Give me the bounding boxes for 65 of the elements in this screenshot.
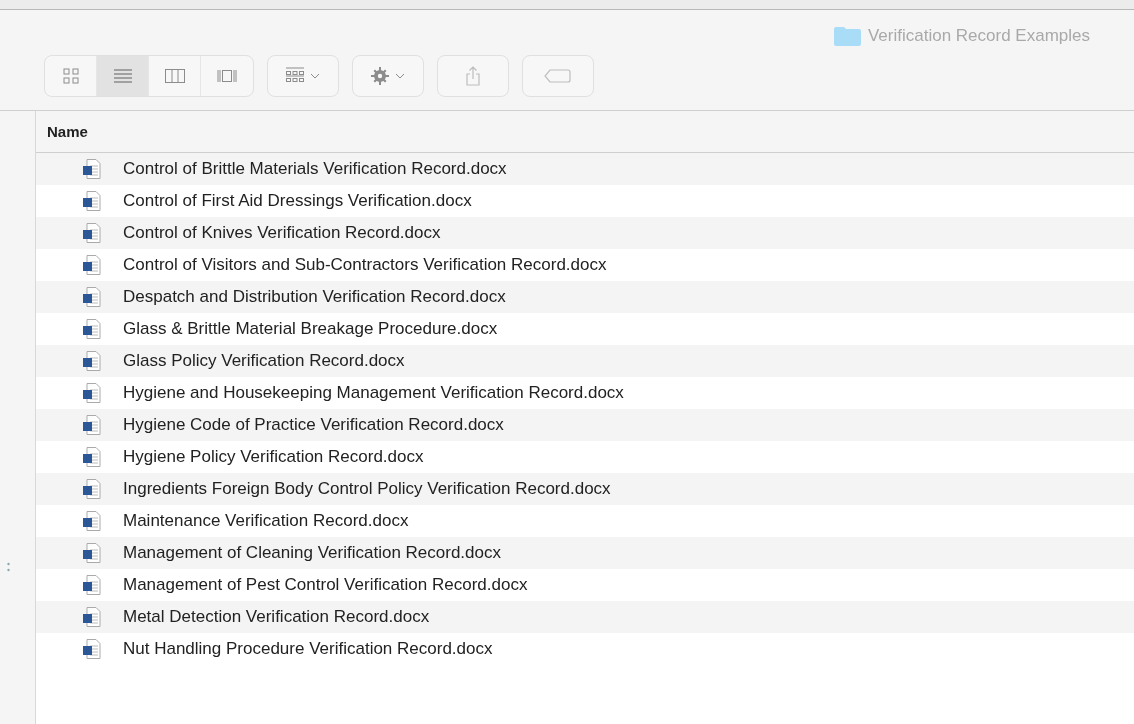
file-name: Control of Visitors and Sub-Contractors Verification Record.docx: [123, 255, 607, 275]
file-name: Nut Handling Procedure Verification Record.docx: [123, 639, 493, 659]
tag-icon: [544, 66, 572, 86]
arrange-button[interactable]: [267, 55, 339, 97]
word-document-icon: [83, 191, 101, 211]
file-row[interactable]: Ingredients Foreign Body Control Policy Verification Record.docx: [36, 473, 1134, 505]
file-name: Control of Brittle Materials Verification Record.docx: [123, 159, 507, 179]
file-row[interactable]: Glass & Brittle Material Breakage Procedure.docx: [36, 313, 1134, 345]
file-row[interactable]: Despatch and Distribution Verification Record.docx: [36, 281, 1134, 313]
word-document-icon: [83, 351, 101, 371]
file-name: Hygiene Code of Practice Verification Record.docx: [123, 415, 504, 435]
file-row[interactable]: Maintenance Verification Record.docx: [36, 505, 1134, 537]
word-document-icon: [83, 607, 101, 627]
file-name: Hygiene and Housekeeping Management Verification Record.docx: [123, 383, 624, 403]
file-name: Ingredients Foreign Body Control Policy Verification Record.docx: [123, 479, 611, 499]
file-row[interactable]: Metal Detection Verification Record.docx: [36, 601, 1134, 633]
word-document-icon: [83, 447, 101, 467]
file-row[interactable]: Hygiene and Housekeeping Management Verification Record.docx: [36, 377, 1134, 409]
share-icon: [463, 66, 483, 86]
word-document-icon: [83, 511, 101, 531]
file-row[interactable]: Control of Visitors and Sub-Contractors Verification Record.docx: [36, 249, 1134, 281]
tags-button[interactable]: [522, 55, 594, 97]
word-document-icon: [83, 159, 101, 179]
word-document-icon: [83, 287, 101, 307]
column-header[interactable]: Name: [36, 111, 1134, 153]
action-button[interactable]: [352, 55, 424, 97]
column-title: Name: [47, 123, 88, 140]
file-name: Maintenance Verification Record.docx: [123, 511, 409, 531]
word-document-icon: [83, 383, 101, 403]
file-name: Control of Knives Verification Record.docx: [123, 223, 441, 243]
word-document-icon: [83, 543, 101, 563]
column-view-icon: [164, 66, 185, 86]
view-button[interactable]: [97, 56, 149, 96]
view-mode-control[interactable]: [44, 55, 254, 97]
word-document-icon: [83, 319, 101, 339]
file-row[interactable]: Glass Policy Verification Record.docx: [36, 345, 1134, 377]
file-row[interactable]: Control of Knives Verification Record.docx: [36, 217, 1134, 249]
word-document-icon: [83, 575, 101, 595]
file-row[interactable]: Hygiene Code of Practice Verification Record.docx: [36, 409, 1134, 441]
file-name: Management of Pest Control Verification Record.docx: [123, 575, 528, 595]
list-view-icon: [112, 66, 133, 86]
file-name: Glass & Brittle Material Breakage Procedure.docx: [123, 319, 498, 339]
file-name: Management of Cleaning Verification Record.docx: [123, 543, 501, 563]
resize-handle-icon[interactable]: [7, 562, 10, 572]
word-document-icon: [83, 255, 101, 275]
file-name: Glass Policy Verification Record.docx: [123, 351, 405, 371]
folder-icon: [832, 26, 862, 46]
file-row[interactable]: Hygiene Policy Verification Record.docx: [36, 441, 1134, 473]
file-name: Despatch and Distribution Verification Record.docx: [123, 287, 506, 307]
file-row[interactable]: Nut Handling Procedure Verification Record.docx: [36, 633, 1134, 665]
icon-view-icon: [60, 66, 81, 86]
file-name: Metal Detection Verification Record.docx: [123, 607, 430, 627]
word-document-icon: [83, 223, 101, 243]
gear-icon: [370, 66, 406, 86]
file-row[interactable]: Management of Pest Control Verification Record.docx: [36, 569, 1134, 601]
file-row[interactable]: Control of Brittle Materials Verification Record.docx: [36, 153, 1134, 185]
file-name: Hygiene Policy Verification Record.docx: [123, 447, 424, 467]
share-button[interactable]: [437, 55, 509, 97]
word-document-icon: [83, 479, 101, 499]
file-row[interactable]: Management of Cleaning Verification Record.docx: [36, 537, 1134, 569]
file-name: Control of First Aid Dressings Verification.docx: [123, 191, 472, 211]
file-row[interactable]: Control of First Aid Dressings Verification.docx: [36, 185, 1134, 217]
word-document-icon: [83, 415, 101, 435]
word-document-icon: [83, 639, 101, 659]
window-title: Verification Record Examples: [867, 26, 1090, 46]
